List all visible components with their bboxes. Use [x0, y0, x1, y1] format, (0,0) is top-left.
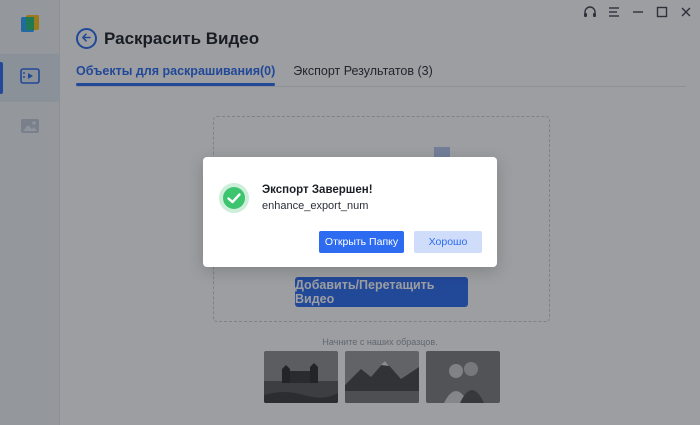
success-check-icon — [218, 182, 250, 214]
export-complete-dialog: Экспорт Завершен! enhance_export_num Отк… — [203, 157, 497, 267]
dialog-message: enhance_export_num — [262, 200, 369, 212]
open-folder-button[interactable]: Открыть Папку — [319, 231, 404, 253]
ok-button[interactable]: Хорошо — [414, 231, 482, 253]
dialog-title: Экспорт Завершен! — [262, 184, 373, 196]
